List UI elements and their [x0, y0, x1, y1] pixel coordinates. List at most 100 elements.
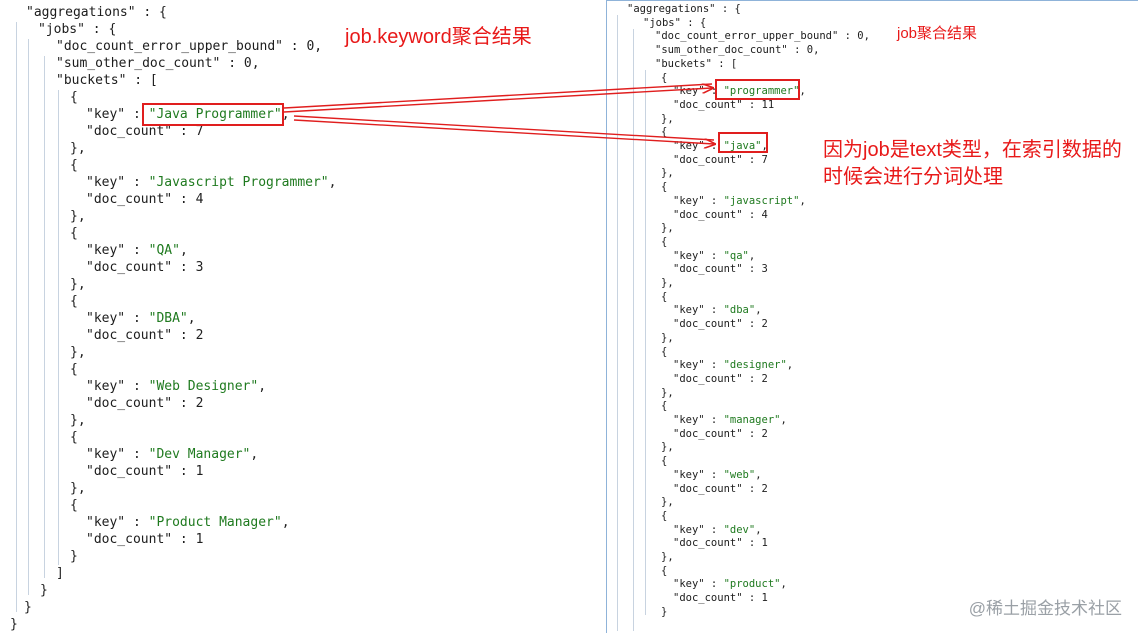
json-line: "doc_count" : 3 — [673, 263, 768, 277]
json-punctuation: , — [813, 44, 820, 57]
json-number: 0 — [243, 56, 252, 71]
json-key: "doc_count" — [86, 260, 173, 275]
json-punctuation: { — [661, 71, 668, 84]
json-punctuation: : — [172, 124, 196, 139]
json-key: "key" — [673, 523, 705, 536]
json-key: "doc_count" — [673, 482, 743, 495]
json-punctuation: : — [704, 304, 724, 317]
json-line: "doc_count_error_upper_bound" : 0, — [655, 30, 870, 44]
json-line: { — [70, 497, 78, 514]
json-line: { — [661, 72, 667, 86]
json-key: "sum_other_doc_count" — [655, 44, 788, 57]
json-string-value: "web" — [723, 468, 756, 481]
json-punctuation: , — [748, 249, 756, 262]
json-line: }, — [661, 441, 674, 455]
json-punctuation: }, — [661, 277, 674, 289]
json-punctuation: { — [70, 90, 78, 105]
json-line: { — [70, 293, 78, 310]
json-number: 4 — [195, 192, 204, 207]
right-json-panel: "aggregations" : {"jobs" : {"doc_count_e… — [606, 0, 1138, 633]
json-key: "key" — [673, 359, 705, 372]
json-punctuation: , — [179, 243, 188, 258]
json-line: "buckets" : [ — [655, 58, 737, 72]
json-number: 11 — [761, 98, 775, 111]
json-line: }, — [70, 276, 86, 293]
json-line: "sum_other_doc_count" : 0, — [655, 44, 819, 58]
json-number: 7 — [761, 153, 768, 166]
json-number: 2 — [761, 372, 768, 385]
json-punctuation: { — [661, 235, 668, 248]
json-key: "doc_count" — [673, 372, 743, 385]
screenshot-canvas: "aggregations" : {"jobs" : {"doc_count_e… — [0, 0, 1138, 633]
json-line: "key" : "product", — [673, 578, 787, 592]
json-number: 1 — [761, 537, 768, 550]
json-punctuation: , — [786, 359, 794, 372]
json-punctuation: }, — [661, 441, 674, 454]
json-line: }, — [661, 222, 674, 236]
json-key: "doc_count" — [673, 98, 743, 111]
json-punctuation: : — [125, 243, 149, 258]
json-line: "doc_count" : 1 — [673, 537, 768, 551]
json-line: "doc_count" : 3 — [86, 259, 203, 276]
json-punctuation: }, — [70, 141, 86, 156]
json-line: { — [70, 157, 78, 174]
json-punctuation: , — [799, 85, 806, 98]
watermark: @稀土掘金技术社区 — [968, 599, 1122, 618]
json-punctuation: : — [172, 464, 196, 479]
json-punctuation: } — [70, 549, 78, 564]
json-line: "doc_count_error_upper_bound" : 0, — [56, 38, 322, 55]
json-punctuation: { — [661, 345, 668, 358]
json-punctuation: , — [281, 515, 290, 530]
json-line: }, — [70, 480, 86, 497]
json-punctuation: : { — [135, 5, 167, 20]
json-line: "doc_count" : 2 — [86, 327, 203, 344]
json-line: }, — [70, 412, 86, 429]
json-punctuation: : — [282, 39, 307, 54]
json-line: "key" : "javascript", — [673, 195, 806, 209]
json-key: "doc_count" — [673, 592, 743, 605]
json-line: }, — [661, 387, 674, 401]
json-line: { — [661, 565, 667, 579]
json-punctuation: : — [742, 153, 762, 166]
json-line: }, — [661, 496, 674, 510]
indent-guide — [645, 70, 646, 615]
json-line: "doc_count" : 2 — [86, 395, 203, 412]
json-line: "doc_count" : 1 — [86, 531, 203, 548]
json-key: "buckets" — [56, 73, 127, 88]
json-punctuation: : { — [715, 3, 741, 15]
json-punctuation: , — [250, 447, 259, 462]
json-line: "key" : "dev", — [673, 524, 762, 538]
json-punctuation: : — [125, 311, 149, 326]
json-key: "buckets" — [655, 57, 712, 70]
json-line: "key" : "DBA", — [86, 310, 196, 327]
json-key: "doc_count" — [673, 208, 743, 221]
json-string-value: "product" — [723, 578, 781, 591]
json-line: ] — [56, 565, 64, 582]
json-line: }, — [70, 140, 86, 157]
json-line: "doc_count" : 2 — [673, 318, 768, 332]
json-string-value: "javascript" — [723, 194, 800, 207]
json-key: "doc_count" — [673, 427, 743, 440]
json-key: "key" — [86, 515, 126, 530]
json-key: "key" — [673, 249, 705, 262]
json-line: }, — [70, 344, 86, 361]
indent-guide — [28, 39, 29, 595]
json-punctuation: : — [742, 98, 762, 111]
json-key: "jobs" — [643, 16, 681, 29]
indent-guide — [58, 90, 59, 565]
json-line: "sum_other_doc_count" : 0, — [56, 55, 260, 72]
json-number: 1 — [195, 464, 204, 479]
json-punctuation: , — [863, 30, 870, 43]
json-line: }, — [70, 208, 86, 225]
json-line: { — [70, 429, 78, 446]
json-line: "key" : "Web Designer", — [86, 378, 266, 395]
json-punctuation: , — [314, 39, 323, 54]
json-punctuation: : — [704, 468, 724, 481]
json-punctuation: }, — [661, 386, 674, 399]
json-key: "key" — [673, 578, 705, 591]
json-key: "key" — [86, 107, 126, 122]
json-line: "doc_count" : 1 — [86, 463, 203, 480]
json-punctuation: { — [70, 430, 78, 445]
json-number: 2 — [761, 427, 768, 440]
json-punctuation: : — [172, 396, 196, 411]
